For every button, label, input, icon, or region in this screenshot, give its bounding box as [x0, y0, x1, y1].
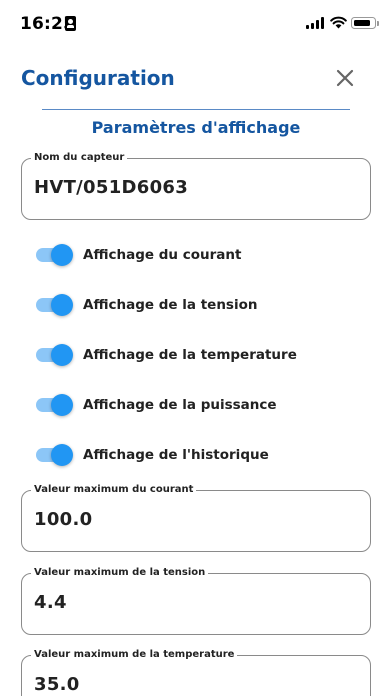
sensor-name-label: Nom du capteur	[31, 151, 128, 165]
battery-icon	[351, 17, 376, 29]
cellular-signal-icon	[306, 17, 324, 29]
status-bar: 16:25	[0, 0, 392, 48]
max-voltage-value: 4.4	[34, 592, 67, 613]
configuration-screen: 16:25 Configuration Paramètres d'afficha…	[0, 0, 392, 696]
max-voltage-label: Valeur maximum de la tension	[31, 566, 209, 580]
toggle-label-temperature: Affichage de la temperature	[83, 347, 297, 363]
toggle-label-current: Affichage du courant	[83, 247, 242, 263]
title-divider	[42, 109, 350, 110]
toggle-switch-current[interactable]	[34, 244, 73, 266]
sensor-name-field[interactable]: Nom du capteur HVT/051D6063	[21, 151, 371, 220]
battery-tip	[377, 21, 379, 26]
toggle-switch-history[interactable]	[34, 444, 73, 466]
sensor-name-value: HVT/051D6063	[34, 177, 189, 198]
toggle-label-history: Affichage de l'historique	[83, 447, 269, 463]
toggle-row-power[interactable]: Affichage de la puissance	[34, 390, 354, 420]
section-title: Paramètres d'affichage	[91, 118, 301, 137]
max-current-value: 100.0	[34, 509, 93, 530]
toggle-switch-voltage[interactable]	[34, 294, 73, 316]
max-temperature-field[interactable]: Valeur maximum de la temperature 35.0	[21, 648, 371, 696]
max-temperature-label: Valeur maximum de la temperature	[31, 648, 238, 662]
page-title: Configuration	[21, 66, 175, 90]
close-button[interactable]	[333, 66, 357, 90]
toggle-row-history[interactable]: Affichage de l'historique	[34, 440, 354, 470]
max-voltage-field[interactable]: Valeur maximum de la tension 4.4	[21, 566, 371, 635]
wifi-icon	[330, 16, 347, 29]
id-card-icon	[65, 16, 76, 31]
close-icon	[336, 69, 354, 87]
max-current-field[interactable]: Valeur maximum du courant 100.0	[21, 483, 371, 552]
toggle-row-temperature[interactable]: Affichage de la temperature	[34, 340, 354, 370]
max-temperature-value: 35.0	[34, 674, 80, 695]
toggle-row-current[interactable]: Affichage du courant	[34, 240, 354, 270]
toggle-label-power: Affichage de la puissance	[83, 397, 277, 413]
battery-level	[353, 19, 370, 26]
max-current-label: Valeur maximum du courant	[31, 483, 197, 497]
toggle-switch-power[interactable]	[34, 394, 73, 416]
toggle-label-voltage: Affichage de la tension	[83, 297, 258, 313]
toggle-row-voltage[interactable]: Affichage de la tension	[34, 290, 354, 320]
toggle-switch-temperature[interactable]	[34, 344, 73, 366]
